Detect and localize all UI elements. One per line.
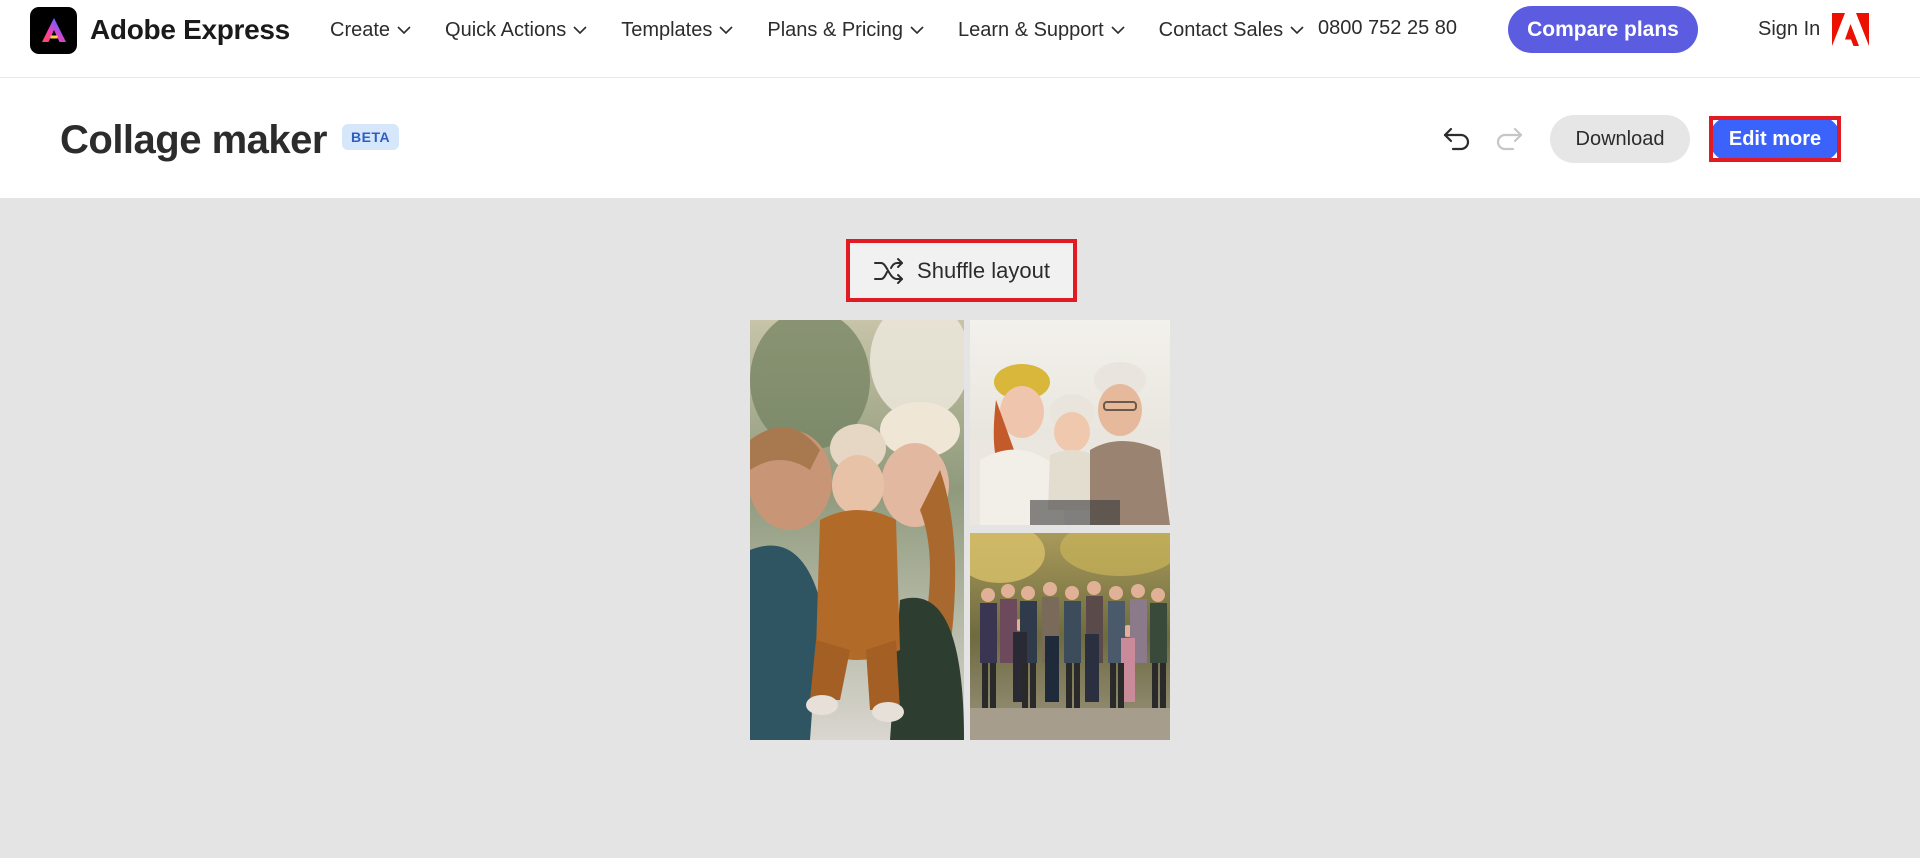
compare-plans-button[interactable]: Compare plans	[1508, 6, 1698, 53]
redo-button[interactable]	[1492, 122, 1526, 156]
sign-in-link[interactable]: Sign In	[1758, 18, 1820, 41]
chevron-down-icon	[1290, 25, 1304, 34]
nav-item-quick-actions[interactable]: Quick Actions	[445, 19, 587, 42]
edit-more-container: Edit more	[1709, 116, 1841, 162]
nav-item-contact-sales[interactable]: Contact Sales	[1159, 19, 1305, 42]
nav-item-label: Learn & Support	[957, 18, 1104, 41]
brand[interactable]: Adobe Express	[30, 6, 290, 54]
adobe-express-logo-icon	[30, 6, 77, 54]
nav-item-templates[interactable]: Templates	[621, 19, 733, 42]
phone-number-link[interactable]: 0800 752 25 80	[1318, 17, 1457, 40]
chevron-down-icon	[1111, 25, 1125, 34]
shuffle-icon	[874, 257, 904, 284]
beta-badge: BETA	[342, 124, 400, 150]
undo-icon	[1443, 127, 1470, 151]
photo-large-family-group[interactable]	[970, 533, 1170, 740]
nav-item-label: Create	[330, 18, 391, 41]
nav-item-label: Quick Actions	[445, 18, 567, 41]
chevron-down-icon	[397, 25, 411, 34]
chevron-down-icon	[910, 25, 924, 34]
nav-item-plans-pricing[interactable]: Plans & Pricing	[767, 19, 924, 42]
redo-icon	[1496, 127, 1523, 151]
brand-name: Adobe Express	[90, 14, 290, 45]
collage-grid[interactable]	[750, 320, 1170, 740]
chevron-down-icon	[719, 25, 733, 34]
nav-item-create[interactable]: Create	[330, 19, 411, 42]
shuffle-layout-label: Shuffle layout	[917, 257, 1050, 283]
chevron-down-icon	[573, 25, 587, 34]
collage-canvas: Shuffle layout	[0, 198, 1920, 858]
photo-couple-kissing-baby[interactable]	[750, 320, 964, 740]
nav-item-learn-support[interactable]: Learn & Support	[958, 19, 1125, 42]
download-button[interactable]: Download	[1550, 115, 1690, 163]
adobe-logo-icon[interactable]	[1832, 13, 1869, 46]
shuffle-layout-button[interactable]: Shuffle layout	[846, 239, 1077, 302]
nav-item-label: Plans & Pricing	[767, 18, 903, 41]
undo-button[interactable]	[1440, 122, 1474, 156]
page-title: Collage maker	[60, 118, 327, 162]
nav-item-label: Templates	[621, 18, 713, 41]
main-menu: Create Quick Actions Templates Plans & P…	[330, 17, 1338, 43]
top-navigation: Adobe Express Create Quick Actions Templ…	[0, 0, 1920, 78]
editor-header: Collage maker BETA Download Edit more	[0, 78, 1920, 198]
photo-family-with-baby[interactable]	[970, 320, 1170, 525]
edit-more-button[interactable]: Edit more	[1709, 116, 1841, 162]
nav-item-label: Contact Sales	[1158, 18, 1284, 41]
